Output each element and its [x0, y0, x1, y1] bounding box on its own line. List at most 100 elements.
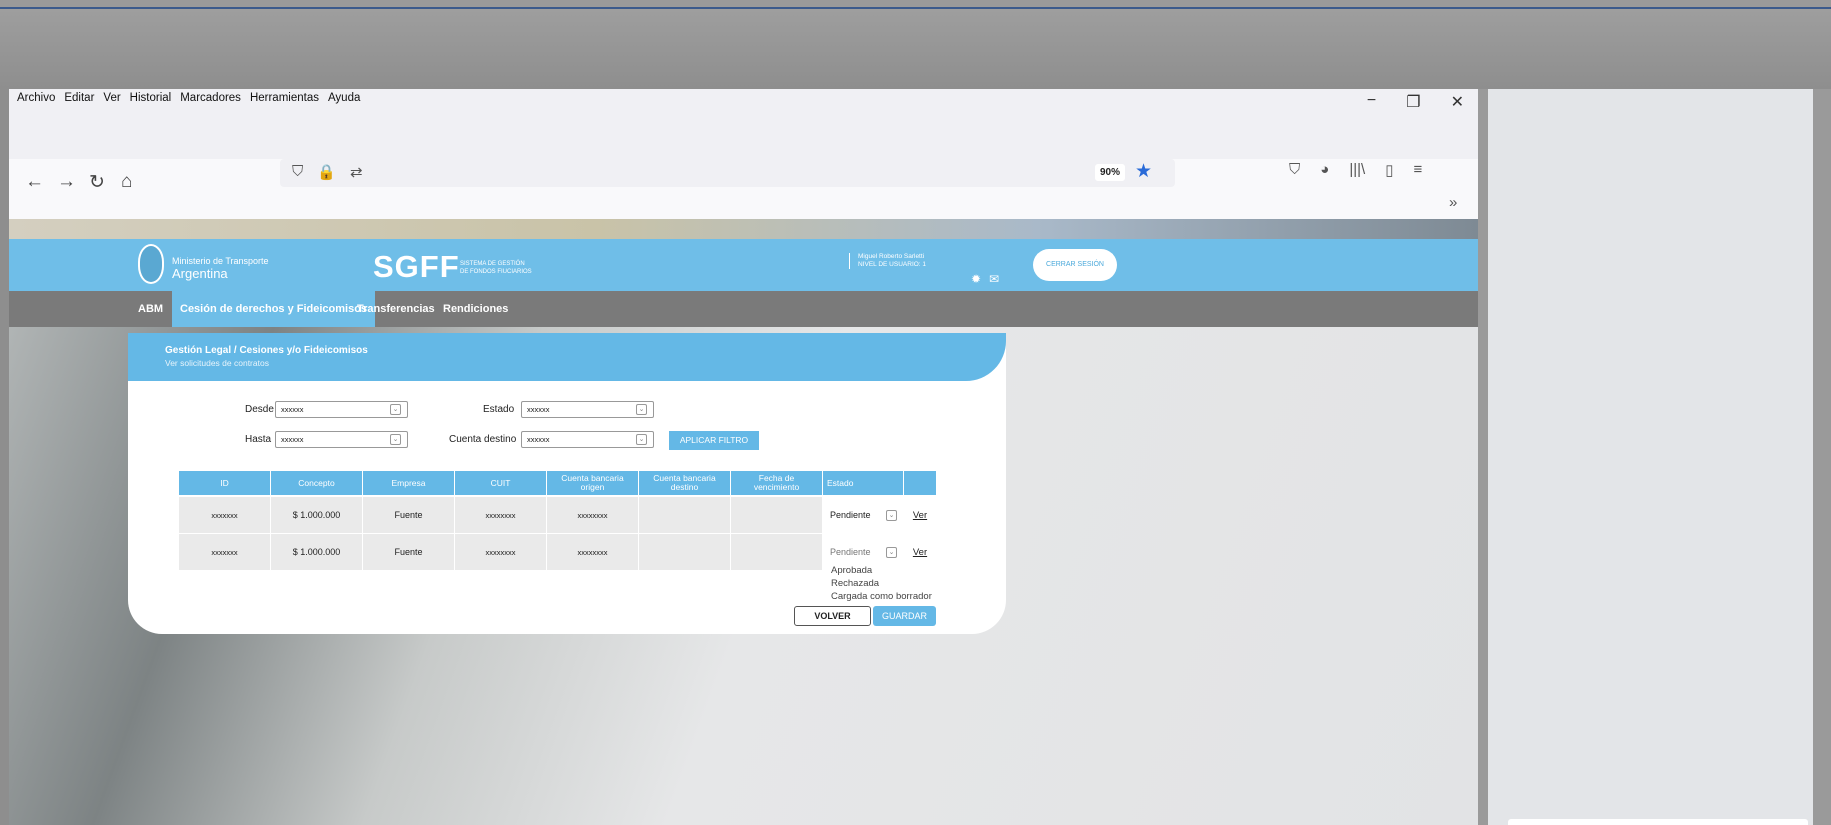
permissions-icon[interactable]: ⇄: [350, 163, 363, 181]
header-icons: ✹ ✉: [971, 272, 999, 286]
cell-id: xxxxxxx: [179, 534, 271, 570]
menu-bar: Archivo Editar Ver Historial Marcadores …: [9, 89, 1478, 159]
estado-select[interactable]: Pendiente ⌄: [823, 497, 904, 533]
th-destino: Cuenta bancaria destino: [639, 471, 731, 495]
cell-destino: [639, 497, 731, 533]
overflow-chevron-icon[interactable]: »: [1449, 194, 1457, 211]
user-name: Miguel Roberto Sarletti: [858, 253, 925, 260]
nav-abm[interactable]: ABM: [130, 291, 171, 327]
pocket-icon[interactable]: ⛉: [1289, 161, 1300, 179]
th-accion: [904, 471, 936, 495]
cuenta-select[interactable]: xxxxxx ⌄: [521, 431, 654, 448]
option-borrador[interactable]: Cargada como borrador: [831, 590, 932, 603]
ver-label: Ver: [912, 546, 928, 558]
sgff-sub1: SISTEMA DE GESTIÓN: [460, 261, 525, 267]
reload-icon[interactable]: ↻: [89, 171, 105, 194]
chevron-down-icon: ⌄: [390, 434, 401, 445]
window-controls: − ❐ ✕: [1367, 92, 1464, 112]
sgff-sub2: DE FONDOS FIUCIARIOS: [460, 269, 532, 275]
option-rechazada[interactable]: Rechazada: [831, 577, 932, 590]
nav-cesion[interactable]: Cesión de derechos y Fideicomisos: [172, 291, 376, 327]
bookmark-star-icon[interactable]: ★: [1135, 160, 1152, 183]
zoom-level[interactable]: 90%: [1095, 164, 1126, 181]
hamburger-menu-icon[interactable]: ≡: [1413, 161, 1422, 179]
desde-value: xxxxxx: [281, 405, 304, 414]
menu-ver[interactable]: Ver: [103, 92, 120, 104]
ministry-line2: Argentina: [172, 266, 228, 281]
menu-ayuda[interactable]: Ayuda: [328, 92, 360, 104]
library-icon[interactable]: |||\: [1349, 161, 1365, 179]
chevron-down-icon: ⌄: [886, 547, 897, 558]
estado-value: xxxxxx: [527, 405, 550, 414]
main-nav: ABM Cesión de derechos y Fideicomisos Tr…: [9, 291, 1478, 327]
gear-icon[interactable]: ✹: [971, 272, 981, 286]
menu-archivo[interactable]: Archivo: [17, 92, 55, 104]
back-icon[interactable]: ←: [25, 171, 44, 193]
cuenta-label: Cuenta destino: [449, 434, 517, 445]
close-icon[interactable]: ✕: [1451, 92, 1464, 112]
ministry-name: Ministerio de Transporte Argentina: [172, 256, 269, 281]
menu-herramientas[interactable]: Herramientas: [250, 92, 319, 104]
th-origen: Cuenta bancaria origen: [547, 471, 639, 495]
restore-icon[interactable]: ❐: [1406, 92, 1420, 112]
nav-rendiciones[interactable]: Rendiciones: [435, 291, 516, 327]
menu-marcadores[interactable]: Marcadores: [180, 92, 241, 104]
outer-frame: [0, 9, 1831, 89]
cell-fecha: [731, 534, 823, 570]
url-bar[interactable]: ⛉ 🔒 ⇄ 90% ★: [280, 159, 1175, 187]
chevron-down-icon: ⌄: [636, 404, 647, 415]
chevron-down-icon: ⌄: [636, 434, 647, 445]
back-button[interactable]: VOLVER: [794, 606, 871, 626]
breadcrumb: Gestión Legal / Cesiones y/o Fideicomiso…: [165, 345, 368, 368]
logout-button[interactable]: CERRAR SESIÓN: [1033, 249, 1117, 281]
shield-icon[interactable]: ⛉: [292, 163, 303, 181]
page-title: Gestión Legal / Cesiones y/o Fideicomiso…: [165, 345, 368, 356]
hasta-label: Hasta: [245, 434, 272, 445]
lock-icon[interactable]: 🔒: [317, 163, 336, 181]
site-header: Ministerio de Transporte Argentina SGFF …: [9, 239, 1478, 291]
th-fecha: Fecha de vencimiento: [731, 471, 823, 495]
hasta-value: xxxxxx: [281, 435, 304, 444]
cell-concepto: $ 1.000.000: [271, 497, 363, 533]
th-estado: Estado: [823, 471, 904, 495]
forward-icon[interactable]: →: [57, 171, 76, 193]
menu-editar[interactable]: Editar: [64, 92, 94, 104]
url-icons: ⛉ 🔒 ⇄: [292, 163, 363, 181]
menu-historial[interactable]: Historial: [130, 92, 172, 104]
desde-select[interactable]: xxxxxx ⌄: [275, 401, 408, 418]
left-border: [0, 89, 9, 825]
ministry-line1: Ministerio de Transporte: [172, 256, 269, 266]
ver-label: Ver: [912, 509, 928, 521]
browser-window: Archivo Editar Ver Historial Marcadores …: [9, 89, 1478, 825]
user-level: NIVEL DE USUARIO: 1: [858, 261, 927, 268]
th-id: ID: [179, 471, 271, 495]
account-icon[interactable]: ◕: [1320, 161, 1329, 179]
cuenta-value: xxxxxx: [527, 435, 550, 444]
content-card: Gestión Legal / Cesiones y/o Fideicomiso…: [128, 333, 1006, 634]
argentina-seal-icon: [138, 244, 164, 284]
cell-concepto: $ 1.000.000: [271, 534, 363, 570]
nav-transferencias[interactable]: Transferencias: [349, 291, 443, 327]
sidebar-icon[interactable]: ▯: [1385, 161, 1393, 179]
chevron-down-icon: ⌄: [886, 510, 897, 521]
scrollbar[interactable]: [1508, 819, 1808, 825]
home-icon[interactable]: ⌂: [121, 171, 132, 193]
cell-origen: xxxxxxxx: [547, 497, 639, 533]
cell-cuit: xxxxxxxx: [455, 497, 547, 533]
cell-empresa: Fuente: [363, 534, 455, 570]
cell-fecha: [731, 497, 823, 533]
estado-select[interactable]: xxxxxx ⌄: [521, 401, 654, 418]
table-row: xxxxxxx $ 1.000.000 Fuente xxxxxxxx xxxx…: [179, 534, 936, 570]
option-aprobada[interactable]: Aprobada: [831, 564, 932, 577]
chevron-down-icon: ⌄: [390, 404, 401, 415]
ver-link[interactable]: Ver: [904, 497, 936, 533]
desde-label: Desde: [245, 404, 274, 415]
th-concepto: Concepto: [271, 471, 363, 495]
save-button[interactable]: GUARDAR: [873, 606, 936, 626]
apply-filter-button[interactable]: APLICAR FILTRO: [669, 431, 759, 450]
table-row: xxxxxxx $ 1.000.000 Fuente xxxxxxxx xxxx…: [179, 497, 936, 533]
hasta-select[interactable]: xxxxxx ⌄: [275, 431, 408, 448]
mail-icon[interactable]: ✉: [989, 272, 999, 286]
minimize-icon[interactable]: −: [1367, 92, 1376, 112]
banner-image: [9, 219, 1478, 239]
